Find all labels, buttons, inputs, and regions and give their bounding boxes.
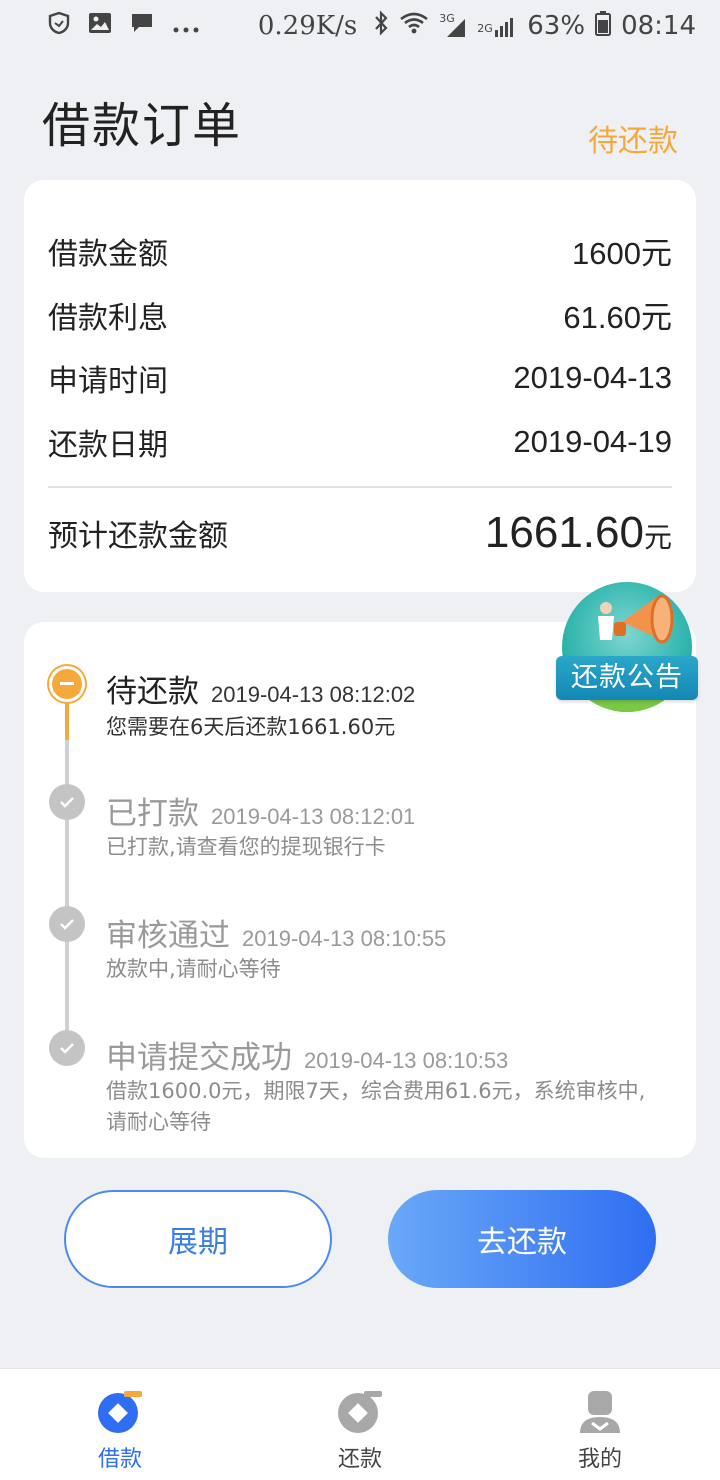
nav-label: 我的 <box>577 1447 622 1472</box>
total-label: 预计还款金额 <box>48 519 228 554</box>
signal-2g-icon: 2G <box>477 13 517 39</box>
repay-notice-label: 还款公告 <box>556 656 698 700</box>
interest-row: 借款利息 61.60元 <box>48 292 672 337</box>
divider <box>48 486 672 488</box>
total-row: 预计还款金额 1661.60元 <box>48 508 672 558</box>
timeline-time: 2019-04-13 08:12:02 <box>211 682 416 707</box>
battery-icon <box>595 10 612 43</box>
wifi-icon <box>399 11 429 42</box>
timeline-desc: 已打款,请查看您的提现银行卡 <box>106 835 386 859</box>
total-amount: 1661.60元 <box>485 508 672 558</box>
shield-icon <box>48 11 70 42</box>
total-unit: 元 <box>643 521 672 554</box>
apply-time-label: 申请时间 <box>48 364 168 399</box>
battery-percent: 63% <box>527 11 586 41</box>
repay-date-row: 还款日期 2019-04-19 <box>48 420 672 464</box>
interest-value: 61.60元 <box>563 300 672 335</box>
repay-icon <box>336 1387 384 1435</box>
message-icon <box>130 11 154 41</box>
nav-label: 还款 <box>337 1447 382 1472</box>
repay-notice-button[interactable]: 还款公告 <box>556 582 698 712</box>
loan-amount-label: 借款金额 <box>48 236 168 272</box>
timeline-desc: 您需要在6天后还款1661.60元 <box>106 715 396 739</box>
repay-date-value: 2019-04-19 <box>513 424 672 459</box>
bluetooth-icon <box>373 9 389 43</box>
timeline-title: 已打款 <box>106 796 199 832</box>
loan-amount-row: 借款金额 1600元 <box>48 228 672 273</box>
interest-label: 借款利息 <box>48 300 168 336</box>
check-icon <box>49 784 85 820</box>
clock: 08:14 <box>621 11 696 41</box>
page-title: 借款订单 <box>42 98 243 154</box>
repay-button[interactable]: 去还款 <box>388 1190 656 1288</box>
apply-time-value: 2019-04-13 <box>513 360 672 395</box>
check-icon <box>49 906 85 942</box>
more-icon <box>172 11 200 41</box>
timeline-time: 2019-04-13 08:12:01 <box>211 804 416 829</box>
repay-date-label: 还款日期 <box>48 428 168 463</box>
network-speed: 0.29K/s <box>257 11 358 41</box>
total-value: 1661.60 <box>484 508 644 557</box>
loan-summary-card: 借款金额 1600元 借款利息 61.60元 申请时间 2019-04-13 还… <box>24 180 696 592</box>
pending-dot-icon <box>49 666 85 702</box>
timeline-track <box>65 688 69 1048</box>
timeline-title: 申请提交成功 <box>106 1040 292 1076</box>
timeline-desc: 放款中,请耐心等待 <box>106 957 281 981</box>
extend-button[interactable]: 展期 <box>64 1190 332 1288</box>
loan-amount-value: 1600元 <box>572 236 672 271</box>
timeline-title: 待还款 <box>106 674 199 710</box>
order-status: 待还款 <box>588 124 678 159</box>
nav-label: 借款 <box>97 1447 142 1472</box>
check-icon <box>49 1030 85 1066</box>
nav-item-profile[interactable]: 我的 <box>480 1369 720 1480</box>
nav-item-loan[interactable]: 借款 <box>0 1369 240 1480</box>
timeline-time: 2019-04-13 08:10:55 <box>242 926 447 951</box>
profile-icon <box>576 1387 624 1435</box>
image-icon <box>88 11 112 41</box>
timeline-title: 审核通过 <box>106 918 230 954</box>
timeline-time: 2019-04-13 08:10:53 <box>304 1048 509 1073</box>
apply-time-row: 申请时间 2019-04-13 <box>48 356 672 400</box>
signal-3g-icon: 3G <box>439 13 467 39</box>
loan-icon <box>96 1387 144 1435</box>
nav-item-repay[interactable]: 还款 <box>240 1369 480 1480</box>
timeline-desc: 借款1600.0元，期限7天，综合费用61.6元，系统审核中,请耐心等待 <box>106 1079 646 1134</box>
bottom-nav: 借款 还款 我的 <box>0 1368 720 1480</box>
status-bar: 0.29K/s 3G 2G 63% 08:14 <box>0 0 720 52</box>
